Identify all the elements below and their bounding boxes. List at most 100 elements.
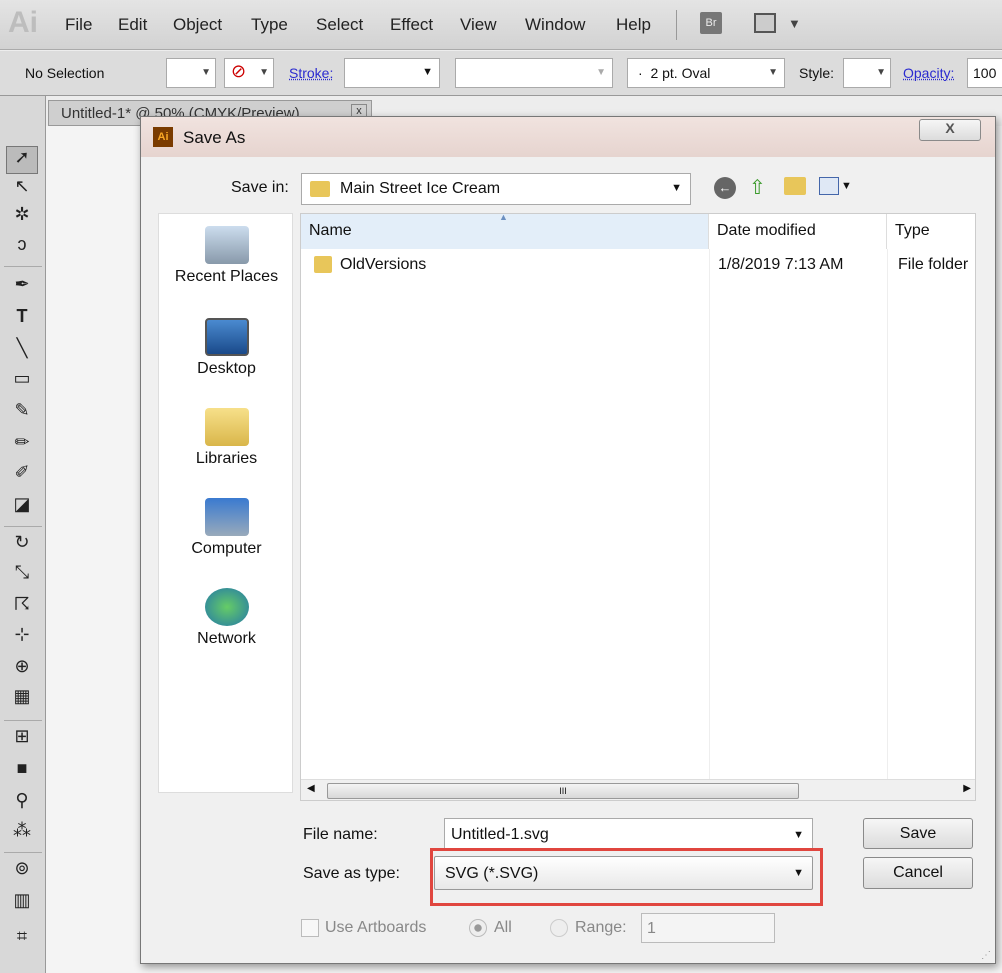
new-folder-icon[interactable]	[784, 177, 806, 195]
style-label: Style:	[799, 65, 835, 81]
workspace-layout-icon[interactable]	[754, 13, 776, 33]
menu-type[interactable]: Type	[251, 15, 288, 35]
dialog-titlebar[interactable]: Ai Save As X	[141, 117, 995, 157]
symbol-sprayer-tool-icon[interactable]: ⊚	[6, 858, 38, 886]
chevron-down-icon[interactable]: ▼	[793, 829, 804, 841]
direct-selection-tool-icon[interactable]: ↖	[6, 176, 38, 204]
file-type: File folder	[898, 256, 969, 273]
artboard-tool-icon[interactable]: ⌗	[6, 926, 38, 954]
place-computer[interactable]: Computer	[159, 498, 294, 558]
stroke-weight-input[interactable]: ▼	[344, 58, 440, 88]
place-libraries[interactable]: Libraries	[159, 408, 294, 468]
recent-places-icon	[204, 226, 249, 264]
up-folder-icon[interactable]: ⇧	[749, 175, 766, 200]
list-item[interactable]: OldVersions 1/8/2019 7:13 AM File folder	[301, 252, 975, 278]
menu-select[interactable]: Select	[316, 15, 363, 35]
column-label: Name	[309, 222, 352, 239]
menu-file[interactable]: File	[65, 15, 92, 35]
rectangle-tool-icon[interactable]: ▭	[6, 368, 38, 396]
back-icon[interactable]: ←	[714, 177, 736, 199]
column-graph-tool-icon[interactable]: ▥	[6, 890, 38, 918]
mesh-tool-icon[interactable]: ⊞	[6, 726, 38, 754]
brush-select[interactable]: · 2 pt. Oval ▼	[627, 58, 785, 88]
lasso-tool-icon[interactable]: ↄ	[6, 234, 38, 262]
chevron-down-icon[interactable]: ▼	[788, 16, 801, 31]
brush-value: 2 pt. Oval	[650, 65, 711, 81]
menu-object[interactable]: Object	[173, 15, 222, 35]
line-tool-icon[interactable]: ╲	[6, 338, 38, 366]
opacity-input[interactable]: 100	[967, 58, 1002, 88]
menu-bar: Ai File Edit Object Type Select Effect V…	[0, 0, 1002, 50]
style-select[interactable]: ▼	[843, 58, 891, 88]
place-label: Network	[197, 630, 256, 647]
stroke-link[interactable]: Stroke:	[289, 65, 333, 81]
control-bar: No Selection ▼ ⊘ ▼ Stroke: ▼ ▼ · 2 pt. Ov…	[0, 51, 1002, 96]
menu-effect[interactable]: Effect	[390, 15, 433, 35]
chevron-down-icon: ▼	[793, 867, 804, 879]
place-desktop[interactable]: Desktop	[159, 318, 294, 378]
save-type-label: Save as type:	[303, 865, 400, 882]
type-tool-icon[interactable]: T	[6, 306, 38, 334]
horizontal-scrollbar[interactable]: ◀ III ▶	[301, 779, 975, 800]
place-label: Computer	[191, 540, 262, 557]
illustrator-app-icon: Ai	[153, 127, 173, 147]
perspective-grid-tool-icon[interactable]: ▦	[6, 686, 38, 714]
magic-wand-tool-icon[interactable]: ✲	[6, 204, 38, 232]
column-header-name[interactable]: Name ▲	[301, 214, 709, 249]
save-type-value: SVG (*.SVG)	[445, 865, 539, 882]
cancel-button[interactable]: Cancel	[863, 857, 973, 889]
chevron-down-icon[interactable]: ▼	[841, 180, 852, 192]
fill-swatch[interactable]: ▼	[166, 58, 216, 88]
shape-builder-tool-icon[interactable]: ⊕	[6, 656, 38, 684]
opacity-link[interactable]: Opacity:	[903, 65, 954, 81]
warp-tool-icon[interactable]: ☈	[6, 594, 38, 622]
place-label: Desktop	[197, 360, 256, 377]
folder-icon	[314, 256, 332, 273]
selection-tool-icon[interactable]: ➚	[6, 146, 38, 174]
scale-tool-icon[interactable]: ⤡	[6, 562, 38, 590]
computer-icon	[204, 498, 249, 536]
file-name-input[interactable]: Untitled-1.svg ▼	[444, 818, 813, 851]
blob-brush-tool-icon[interactable]: ✐	[6, 462, 38, 490]
eyedropper-tool-icon[interactable]: ⚲	[6, 790, 38, 818]
place-label: Recent Places	[174, 268, 279, 285]
scroll-left-icon[interactable]: ◀	[307, 783, 315, 794]
stroke-swatch[interactable]: ⊘ ▼	[224, 58, 274, 88]
place-label: Libraries	[195, 450, 258, 467]
variable-width-select[interactable]: ▼	[455, 58, 613, 88]
save-type-select[interactable]: SVG (*.SVG) ▼	[434, 856, 813, 890]
rotate-tool-icon[interactable]: ↻	[6, 532, 38, 560]
gradient-tool-icon[interactable]: ■	[6, 758, 38, 786]
resize-grip-icon[interactable]: ⋰	[981, 950, 991, 961]
column-header-type[interactable]: Type	[887, 214, 975, 249]
pencil-tool-icon[interactable]: ✏	[6, 432, 38, 460]
use-artboards-label: Use Artboards	[325, 919, 427, 936]
blend-tool-icon[interactable]: ⁂	[6, 820, 38, 848]
menu-window[interactable]: Window	[525, 15, 585, 35]
use-artboards-checkbox[interactable]	[301, 919, 319, 937]
range-radio[interactable]	[550, 919, 568, 937]
column-header-date[interactable]: Date modified	[709, 214, 887, 249]
place-network[interactable]: Network	[159, 588, 294, 648]
all-radio[interactable]	[469, 919, 487, 937]
close-button[interactable]: X	[919, 119, 981, 141]
view-menu-icon[interactable]	[819, 177, 839, 195]
place-recent-places[interactable]: Recent Places	[159, 226, 294, 286]
menu-view[interactable]: View	[460, 15, 497, 35]
menu-help[interactable]: Help	[616, 15, 651, 35]
chevron-down-icon: ▼	[671, 182, 682, 194]
app-logo: Ai	[8, 6, 38, 39]
bridge-button[interactable]: Br	[700, 12, 722, 34]
menu-edit[interactable]: Edit	[118, 15, 147, 35]
range-input[interactable]: 1	[641, 913, 775, 943]
eraser-tool-icon[interactable]: ◪	[6, 494, 38, 522]
save-button[interactable]: Save	[863, 818, 973, 849]
free-transform-tool-icon[interactable]: ⊹	[6, 624, 38, 652]
selection-status: No Selection	[25, 65, 105, 81]
save-in-select[interactable]: Main Street Ice Cream ▼	[301, 173, 691, 205]
range-label: Range:	[575, 919, 627, 936]
paintbrush-tool-icon[interactable]: ✎	[6, 400, 38, 428]
pen-tool-icon[interactable]: ✒	[6, 274, 38, 302]
scroll-thumb[interactable]: III	[327, 783, 799, 799]
scroll-right-icon[interactable]: ▶	[963, 783, 971, 794]
